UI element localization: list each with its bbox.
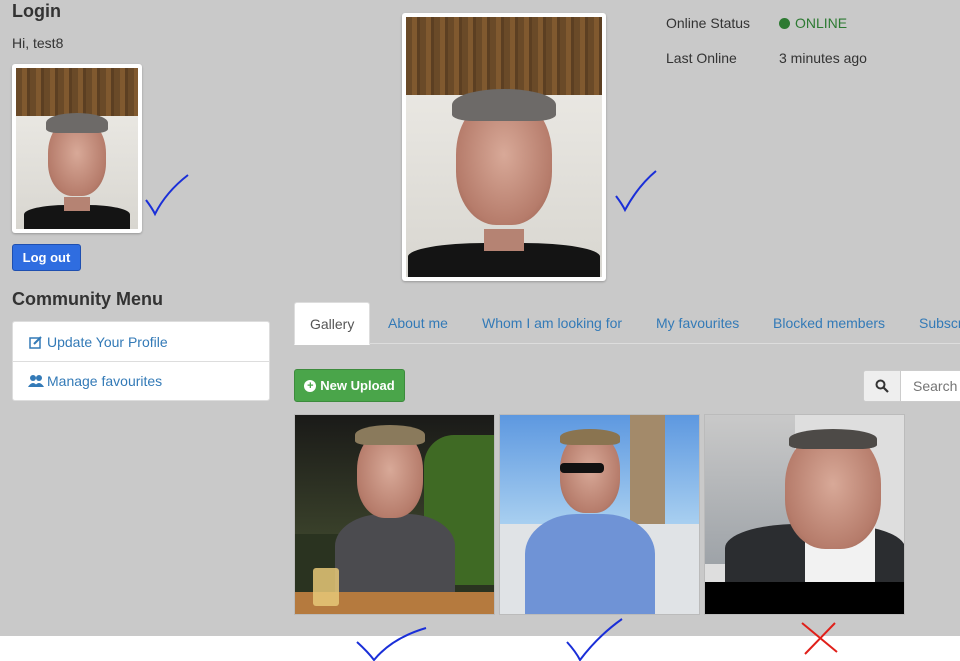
tab-gallery[interactable]: Gallery <box>294 302 371 345</box>
users-icon <box>28 374 44 388</box>
profile-thumbnail[interactable] <box>12 64 142 233</box>
search-button[interactable] <box>863 370 901 402</box>
community-menu: Update Your Profile Manage favourites <box>12 321 270 401</box>
cross-annotation-icon <box>801 622 838 655</box>
online-status-label: Online Status <box>666 15 751 31</box>
plus-circle-icon: + <box>304 379 317 392</box>
last-online-value: 3 minutes ago <box>779 50 867 66</box>
last-online-label: Last Online <box>666 50 737 66</box>
gallery-image-3[interactable] <box>704 414 905 615</box>
logout-button[interactable]: Log out <box>12 244 81 271</box>
search-input[interactable] <box>900 370 960 402</box>
manage-favourites-link[interactable]: Manage favourites <box>13 361 269 400</box>
gallery-image-2[interactable] <box>499 414 700 615</box>
community-menu-title: Community Menu <box>12 289 163 309</box>
update-profile-label: Update Your Profile <box>47 333 168 350</box>
checkmark-annotation-icon <box>566 618 623 661</box>
online-dot-icon <box>779 18 790 29</box>
login-title: Login <box>12 1 61 21</box>
greeting-text: Hi, test8 <box>12 35 64 51</box>
profile-tabs: Gallery About me Whom I am looking for M… <box>294 302 960 345</box>
new-upload-label: New Upload <box>320 378 395 393</box>
tab-blocked-members[interactable]: Blocked members <box>773 302 885 344</box>
main-profile-photo[interactable] <box>402 13 606 281</box>
checkmark-annotation-icon <box>615 170 657 213</box>
search-icon <box>875 379 889 393</box>
online-status-text: ONLINE <box>795 15 848 31</box>
tab-about-me[interactable]: About me <box>388 302 448 344</box>
tab-subscriptions[interactable]: Subscr <box>919 302 960 344</box>
checkmark-annotation-icon <box>145 174 189 217</box>
checkmark-annotation-icon <box>356 627 427 661</box>
new-upload-button[interactable]: + New Upload <box>294 369 405 402</box>
tab-whom-looking-for[interactable]: Whom I am looking for <box>482 302 622 344</box>
online-status-value: ONLINE <box>779 15 847 31</box>
edit-icon <box>28 335 44 349</box>
gallery-image-1[interactable] <box>294 414 495 615</box>
tab-my-favourites[interactable]: My favourites <box>656 302 739 344</box>
manage-favourites-label: Manage favourites <box>47 373 163 389</box>
update-profile-link[interactable]: Update Your Profile <box>13 322 269 361</box>
